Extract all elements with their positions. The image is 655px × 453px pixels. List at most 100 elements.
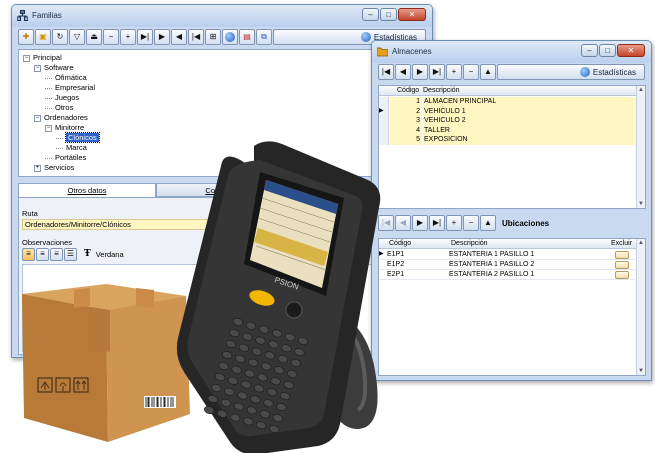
tree-icon[interactable]: ⊞ (205, 29, 221, 45)
maximize-button[interactable]: □ (380, 8, 397, 21)
last-icon[interactable]: ▶| (429, 215, 445, 231)
next-icon[interactable]: ▶ (154, 29, 170, 45)
collapse-icon[interactable]: − (34, 64, 41, 72)
minus-icon[interactable]: − (463, 64, 479, 80)
close-button[interactable]: ✕ (617, 44, 645, 57)
cell-descripcion[interactable]: TALLER (423, 125, 635, 136)
maximize-button[interactable]: □ (599, 44, 616, 57)
tree-node[interactable]: Clónicos (56, 132, 100, 143)
cell-descripcion[interactable]: ESTANTERIA 1 PASILLO 2 (449, 260, 534, 270)
plus-icon[interactable]: + (446, 215, 462, 231)
table-row[interactable]: 1 ALMACEN PRINCIPAL (379, 97, 635, 107)
tree-node[interactable]: Portátiles (45, 153, 86, 162)
statistics-button[interactable]: Estadísticas (497, 64, 645, 80)
up-icon[interactable]: ▲ (480, 215, 496, 231)
tree-connector (45, 87, 52, 89)
minimize-button[interactable]: – (581, 44, 598, 57)
cell-descripcion[interactable]: VEHICULO 1 (423, 106, 635, 117)
tree-connector (56, 137, 63, 139)
up-icon[interactable]: ▲ (480, 64, 496, 80)
next-icon[interactable]: ▶ (412, 215, 428, 231)
globe-icon[interactable] (222, 29, 238, 45)
align-right-icon[interactable]: ≡ (50, 247, 63, 261)
cell-descripcion[interactable]: VEHICULO 2 (423, 116, 635, 126)
first-icon[interactable]: |◀ (378, 64, 394, 80)
tree-node[interactable]: − Ordenadores (34, 113, 88, 122)
table-row[interactable]: 3 VEHICULO 2 (379, 116, 635, 126)
column-header-codigo[interactable]: Código (397, 86, 419, 96)
tree-node-label: Ofimática (55, 73, 87, 82)
column-header-descripcion[interactable]: Descripción (423, 86, 460, 96)
last-icon[interactable]: ▶| (429, 64, 445, 80)
excluir-checkbox[interactable] (615, 270, 629, 279)
cell-codigo[interactable]: 5 (390, 135, 422, 145)
almacenes-titlebar[interactable]: Almacenes – □ ✕ (372, 41, 651, 63)
cell-codigo[interactable]: 2 (390, 106, 422, 117)
tree-node[interactable]: Otros (45, 103, 73, 112)
prev-icon[interactable]: ◀ (171, 29, 187, 45)
open-icon[interactable]: ▣ (35, 29, 51, 45)
collapse-icon[interactable]: − (45, 124, 52, 132)
align-center-icon[interactable]: ≡ (36, 247, 49, 261)
prev-icon[interactable]: ◀ (395, 215, 411, 231)
eject-icon[interactable]: ⏏ (86, 29, 102, 45)
justify-icon[interactable]: ☰ (64, 247, 77, 261)
tab-otros-datos[interactable]: Otros datos (18, 183, 156, 197)
tree-node[interactable]: − Minitorre (45, 123, 84, 132)
tree-node-label: Minitorre (55, 123, 85, 132)
tree-node[interactable]: − Software (34, 63, 74, 72)
table-row[interactable]: E1P2 ESTANTERIA 1 PASILLO 2 (379, 260, 635, 270)
tree-node-label: Servicios (44, 163, 75, 172)
table-row[interactable]: ▶ 2 VEHICULO 1 (379, 106, 635, 117)
minimize-button[interactable]: – (362, 8, 379, 21)
minus-icon[interactable]: − (463, 215, 479, 231)
plus-icon[interactable]: + (120, 29, 136, 45)
familias-titlebar[interactable]: Familias – □ ✕ (12, 5, 432, 27)
copy-icon[interactable]: ⧉ (256, 29, 272, 45)
prev-icon[interactable]: ◀ (395, 64, 411, 80)
tree-node[interactable]: Marca (56, 143, 87, 152)
excluir-checkbox[interactable] (615, 260, 629, 269)
filter-icon[interactable]: ▽ (69, 29, 85, 45)
tree-node-label: Ordenadores (44, 113, 88, 122)
column-header-excluir[interactable]: Excluir (611, 239, 632, 249)
tree-node-label: Software (44, 63, 74, 72)
tree-node[interactable]: Ofimática (45, 73, 87, 82)
align-left-icon[interactable]: ≡ (22, 247, 35, 261)
cell-codigo[interactable]: 1 (390, 97, 422, 107)
cell-codigo[interactable]: 3 (390, 116, 422, 126)
cell-descripcion[interactable]: ALMACEN PRINCIPAL (423, 97, 635, 107)
cell-descripcion[interactable]: ESTANTERIA 1 PASILLO 1 (449, 250, 534, 260)
cell-descripcion[interactable]: ESTANTERIA 2 PASILLO 1 (449, 270, 534, 280)
expand-icon[interactable]: + (34, 164, 41, 172)
vertical-scrollbar[interactable]: ▲ ▼ (636, 239, 645, 375)
cell-codigo[interactable]: 4 (390, 125, 422, 136)
collapse-icon[interactable]: − (34, 114, 41, 122)
font-icon: Ŧ (84, 249, 91, 259)
first-icon[interactable]: |◀ (188, 29, 204, 45)
cell-descripcion[interactable]: EXPOSICION (423, 135, 635, 145)
report-icon[interactable]: ▤ (239, 29, 255, 45)
next-icon[interactable]: ▶ (412, 64, 428, 80)
collapse-icon[interactable]: − (23, 54, 30, 62)
new-icon[interactable]: ✚ (18, 29, 34, 45)
vertical-scrollbar[interactable]: ▲ ▼ (636, 86, 645, 208)
table-row[interactable]: E2P1 ESTANTERIA 2 PASILLO 1 (379, 270, 635, 280)
table-row[interactable]: ▶ E1P1 ESTANTERIA 1 PASILLO 1 (379, 250, 635, 260)
tree-node[interactable]: Juegos (45, 93, 79, 102)
font-name[interactable]: Verdana (96, 250, 124, 259)
table-row[interactable]: 5 EXPOSICION (379, 135, 635, 145)
minus-icon[interactable]: − (103, 29, 119, 45)
plus-icon[interactable]: + (446, 64, 462, 80)
tree-node[interactable]: − Principal (23, 53, 62, 62)
refresh-icon[interactable]: ↻ (52, 29, 68, 45)
tree-node[interactable]: + Servicios (34, 163, 74, 172)
last-icon[interactable]: ▶| (137, 29, 153, 45)
column-header-descripcion[interactable]: Descripción (451, 239, 488, 249)
excluir-checkbox[interactable] (615, 250, 629, 259)
table-row[interactable]: 4 TALLER (379, 125, 635, 136)
tree-node-label: Empresarial (55, 83, 96, 92)
tree-connector (45, 97, 52, 99)
close-button[interactable]: ✕ (398, 8, 426, 21)
tree-node[interactable]: Empresarial (45, 83, 95, 92)
